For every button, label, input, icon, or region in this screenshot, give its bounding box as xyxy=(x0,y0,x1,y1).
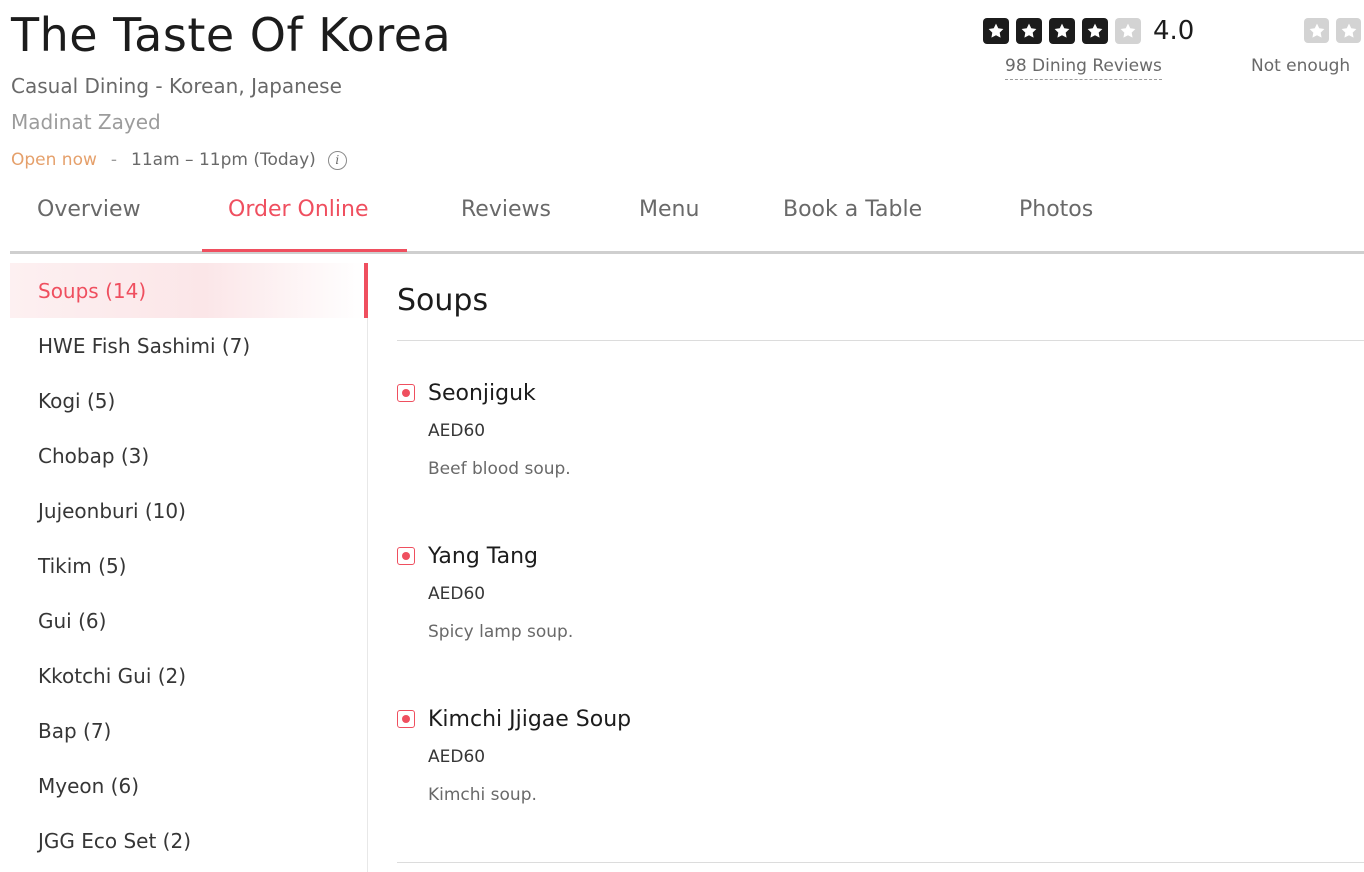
category-jgg-eco-set[interactable]: JGG Eco Set (2) xyxy=(10,813,368,868)
menu-item: Kimchi Jjigae Soup AED60 Kimchi soup. xyxy=(397,707,1364,847)
tab-book-a-table[interactable]: Book a Table xyxy=(783,197,922,222)
category-gui[interactable]: Gui (6) xyxy=(10,593,368,648)
rating-value: 4.0 xyxy=(1153,16,1195,46)
non-veg-icon xyxy=(397,710,415,728)
star-filled-icon xyxy=(1049,18,1075,44)
star-empty-icon xyxy=(1336,18,1361,43)
menu-category-sidebar: Soups (14) HWE Fish Sashimi (7) Kogi (5)… xyxy=(10,263,368,872)
menu-item-name: Kimchi Jjigae Soup xyxy=(428,707,632,732)
non-veg-icon xyxy=(397,384,415,402)
category-kkotchi-gui[interactable]: Kkotchi Gui (2) xyxy=(10,648,368,703)
info-icon[interactable]: i xyxy=(327,150,347,170)
menu-item-price: AED60 xyxy=(428,584,486,604)
opening-hours: Open now - 11am – 11pm (Today) i xyxy=(11,150,347,170)
category-chobap[interactable]: Chobap (3) xyxy=(10,428,368,483)
menu-item-price: AED60 xyxy=(428,747,486,767)
menu-item-description: Kimchi soup. xyxy=(428,785,537,805)
star-filled-icon xyxy=(1082,18,1108,44)
menu-item: Seonjiguk AED60 Beef blood soup. xyxy=(397,381,1364,521)
open-status: Open now xyxy=(11,150,97,170)
menu-item-name: Yang Tang xyxy=(428,544,538,569)
section-divider xyxy=(397,862,1364,863)
category-jujeonburi[interactable]: Jujeonburi (10) xyxy=(10,483,368,538)
tab-reviews[interactable]: Reviews xyxy=(461,197,551,222)
tab-order-online[interactable]: Order Online xyxy=(228,197,368,222)
hours-text: 11am – 11pm (Today) xyxy=(131,150,316,170)
star-empty-icon xyxy=(1115,18,1141,44)
dining-rating-stars: 4.0 xyxy=(983,16,1194,46)
menu-item: Yang Tang AED60 Spicy lamp soup. xyxy=(397,544,1364,684)
hours-separator: - xyxy=(110,150,118,170)
delivery-rating-stars xyxy=(1304,18,1364,43)
category-bap[interactable]: Bap (7) xyxy=(10,703,368,758)
star-filled-icon xyxy=(983,18,1009,44)
menu-item-description: Beef blood soup. xyxy=(428,459,571,479)
menu-item-price: AED60 xyxy=(428,421,486,441)
restaurant-cuisine: Casual Dining - Korean, Japanese xyxy=(11,74,342,98)
category-tikim[interactable]: Tikim (5) xyxy=(10,538,368,593)
restaurant-name: The Taste Of Korea xyxy=(11,8,452,62)
section-divider xyxy=(397,340,1364,341)
menu-item-name: Seonjiguk xyxy=(428,381,536,406)
restaurant-locality[interactable]: Madinat Zayed xyxy=(11,110,161,134)
dining-rating: 4.0 xyxy=(983,16,1194,46)
star-filled-icon xyxy=(1016,18,1042,44)
section-title: Soups xyxy=(397,283,489,318)
tab-photos[interactable]: Photos xyxy=(1019,197,1093,222)
category-myeon[interactable]: Myeon (6) xyxy=(10,758,368,813)
tab-menu[interactable]: Menu xyxy=(639,197,699,222)
restaurant-tabs: Overview Order Online Reviews Menu Book … xyxy=(10,170,1364,254)
category-soups[interactable]: Soups (14) xyxy=(10,263,368,318)
dining-reviews-link[interactable]: 98 Dining Reviews xyxy=(1005,56,1162,80)
active-tab-indicator xyxy=(202,249,407,252)
category-kogi[interactable]: Kogi (5) xyxy=(10,373,368,428)
tab-overview[interactable]: Overview xyxy=(37,197,141,222)
non-veg-icon xyxy=(397,547,415,565)
star-empty-icon xyxy=(1304,18,1329,43)
category-hwe-fish-sashimi[interactable]: HWE Fish Sashimi (7) xyxy=(10,318,368,373)
menu-item-description: Spicy lamp soup. xyxy=(428,622,574,642)
delivery-rating-label: Not enough xyxy=(1251,56,1351,76)
